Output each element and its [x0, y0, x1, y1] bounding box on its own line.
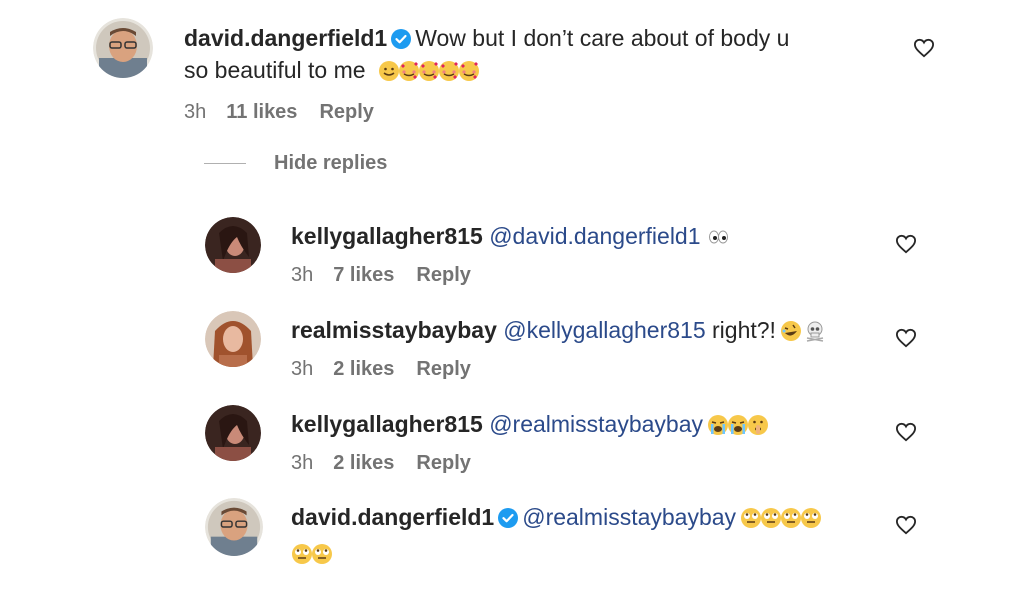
- reply-likes[interactable]: 7 likes: [333, 264, 394, 286]
- heart-icon[interactable]: [895, 234, 917, 254]
- reply-meta: 3h 2 likes Reply: [291, 358, 493, 381]
- reply-time: 3h: [291, 452, 314, 474]
- reply-button[interactable]: Reply: [416, 358, 470, 380]
- emoji-rolling-eyes: [292, 544, 312, 564]
- reply-time: 3h: [291, 358, 314, 380]
- avatar-david-dangerfield1[interactable]: [205, 498, 263, 556]
- reply-username[interactable]: david.dangerfield1: [291, 504, 494, 530]
- reply-username[interactable]: kellygallagher815: [291, 223, 483, 249]
- reply-button[interactable]: Reply: [416, 452, 470, 474]
- heart-icon[interactable]: [895, 422, 917, 442]
- emoji-group: [781, 318, 826, 350]
- emoji-hearts: [438, 61, 459, 81]
- emoji-hearts: [398, 61, 419, 81]
- emoji-group: [707, 224, 731, 256]
- verified-icon: [391, 29, 412, 49]
- hide-replies-button[interactable]: Hide replies: [204, 152, 387, 175]
- reply-button[interactable]: Reply: [416, 264, 470, 286]
- comment-body: david.dangerfield1 Wow but I don’t care a…: [184, 22, 884, 90]
- comment-likes[interactable]: 11 likes: [226, 101, 297, 123]
- hide-replies-label: Hide replies: [274, 152, 388, 174]
- comment-username[interactable]: david.dangerfield1: [184, 25, 387, 51]
- avatar-david-dangerfield1[interactable]: [93, 18, 153, 78]
- emoji-sob: [728, 415, 749, 435]
- emoji-rolling-eyes: [781, 508, 802, 528]
- emoji-rolling-eyes: [741, 508, 762, 528]
- reply-username[interactable]: kellygallagher815: [291, 411, 483, 437]
- emoji-rofl: [781, 321, 802, 341]
- comment-meta: 3h 11 likes Reply: [184, 101, 396, 124]
- reply-body: david.dangerfield1 @realmisstaybaybay: [291, 501, 881, 573]
- emoji-rolling-eyes: [761, 508, 782, 528]
- emoji-hearts: [418, 61, 439, 81]
- comment-time: 3h: [184, 101, 207, 123]
- avatar-realmisstaybaybay[interactable]: [205, 311, 261, 367]
- comment-reply-button[interactable]: Reply: [319, 101, 373, 123]
- reply-text: right?!: [712, 317, 776, 343]
- emoji-shushing: [748, 415, 769, 435]
- emoji-group: [708, 412, 769, 444]
- reply-body: kellygallagher815 @david.dangerfield1: [291, 220, 731, 256]
- emoji-rolling-eyes: [312, 544, 332, 564]
- reply-mention[interactable]: @realmisstaybaybay: [522, 504, 736, 530]
- reply-meta: 3h 7 likes Reply: [291, 264, 493, 287]
- reply-body: realmisstaybaybay @kellygallagher815 rig…: [291, 314, 826, 350]
- divider-line: [204, 163, 246, 164]
- reply-mention[interactable]: @kellygallagher815: [503, 317, 705, 343]
- heart-icon[interactable]: [913, 38, 935, 58]
- reply-username[interactable]: realmisstaybaybay: [291, 317, 497, 343]
- avatar-kellygallagher815[interactable]: [205, 217, 261, 273]
- emoji-group: [372, 58, 480, 90]
- heart-icon[interactable]: [895, 515, 917, 535]
- emoji-sob: [708, 415, 729, 435]
- emoji-eyes: [708, 230, 728, 244]
- comment-text-line1: Wow but I don’t care about of body u: [415, 25, 790, 51]
- heart-icon[interactable]: [895, 328, 917, 348]
- reply-mention[interactable]: @david.dangerfield1: [489, 223, 700, 249]
- reply-mention[interactable]: @realmisstaybaybay: [489, 411, 703, 437]
- emoji-group: [741, 505, 822, 537]
- emoji-smile: [378, 61, 399, 81]
- comment-text-line2: so beautiful to me: [184, 57, 366, 83]
- reply-likes[interactable]: 2 likes: [333, 358, 394, 380]
- reply-meta: 3h 2 likes Reply: [291, 452, 493, 475]
- emoji-group: [291, 541, 333, 573]
- verified-icon: [498, 508, 519, 528]
- comment-thread: david.dangerfield1 Wow but I don’t care a…: [0, 0, 1024, 597]
- avatar-kellygallagher815[interactable]: [205, 405, 261, 461]
- emoji-hearts: [458, 61, 479, 81]
- reply-body: kellygallagher815 @realmisstaybaybay: [291, 408, 769, 444]
- emoji-rolling-eyes: [801, 508, 822, 528]
- reply-time: 3h: [291, 264, 314, 286]
- emoji-skull: [807, 321, 824, 342]
- reply-likes[interactable]: 2 likes: [333, 452, 394, 474]
